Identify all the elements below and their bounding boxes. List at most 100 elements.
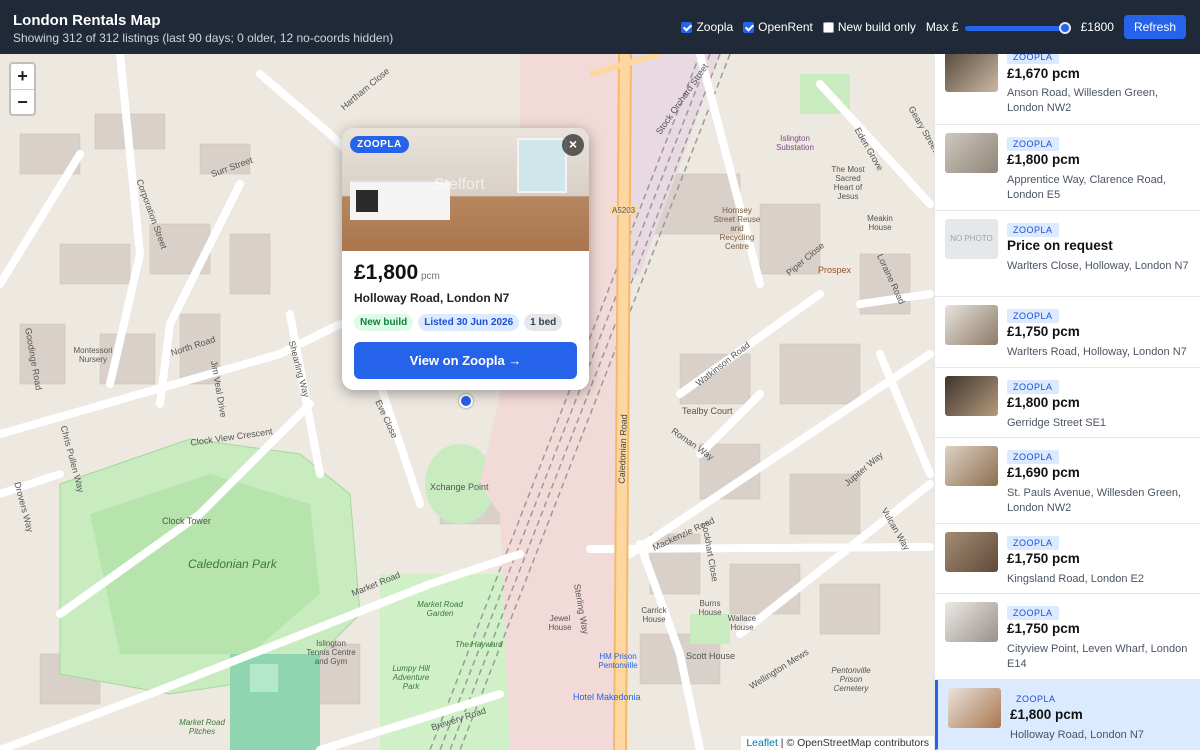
listing-thumbnail [948, 688, 1001, 728]
refresh-button[interactable]: Refresh [1123, 15, 1186, 39]
close-icon[interactable]: × [562, 134, 584, 156]
checkbox-checked-icon[interactable] [681, 21, 693, 33]
source-badge: ZOOPLA [350, 136, 409, 153]
listed-date-chip: Listed 30 Jun 2026 [418, 314, 520, 331]
map-label: Clock Tower [162, 516, 211, 526]
listing-price: £1,800 pcm [1010, 707, 1083, 722]
listing-item-selected[interactable]: ZOOPLA £1,800 pcm Holloway Road, London … [935, 680, 1200, 750]
window-graphic [517, 138, 567, 193]
listing-price: £1,690 pcm [1007, 465, 1080, 480]
max-price-value: £1800 [1080, 20, 1114, 34]
listing-item[interactable]: ZOOPLA £1,690 pcm St. Pauls Avenue, Will… [935, 438, 1200, 524]
source-badge: ZOOPLA [1007, 536, 1059, 550]
new-build-filter-checkbox[interactable]: New build only [822, 20, 916, 34]
listing-thumbnail [945, 305, 998, 345]
new-build-filter-label: New build only [837, 20, 916, 34]
listing-thumbnail [945, 446, 998, 486]
popup-chips: New build Listed 30 Jun 2026 1 bed [354, 314, 563, 331]
zoom-control: + − [9, 62, 36, 116]
listing-address: Gerridge Street SE1 [1007, 417, 1107, 429]
listing-price: £1,750 pcm [1007, 621, 1080, 636]
listing-summary: Showing 312 of 312 listings (last 90 day… [13, 31, 394, 45]
slider-thumb[interactable] [1058, 22, 1071, 34]
map-label: Wallace House [727, 614, 757, 632]
map-label: Hornsey Street Reuse and Recycling Centr… [713, 206, 761, 251]
map-label: Market Road Pitches [179, 718, 225, 736]
listing-address: Holloway Road, London N7 [1010, 729, 1144, 741]
map-label: Islington Tennis Centre and Gym [306, 639, 356, 666]
listing-price: £1,750 pcm [1007, 551, 1080, 566]
listing-thumbnail [945, 602, 998, 642]
listing-address: Apprentice Way, Clarence Road, London E5 [1007, 174, 1166, 201]
map-label: Caledonian Park [188, 557, 277, 571]
map-label: Tealby Court [682, 406, 733, 416]
listing-address: Anson Road, Willesden Green, London NW2 [1007, 87, 1159, 114]
listing-price: £1,750 pcm [1007, 324, 1080, 339]
openrent-filter-label: OpenRent [758, 20, 813, 34]
listing-price: £1,800 pcm [1007, 152, 1080, 167]
top-bar: London Rentals Map Showing 312 of 312 li… [0, 0, 1200, 54]
source-badge: ZOOPLA [1007, 309, 1059, 323]
popup-address: Holloway Road, London N7 [354, 291, 510, 305]
source-badge: ZOOPLA [1007, 54, 1059, 64]
bedrooms-chip: 1 bed [524, 314, 563, 331]
listing-price: £1,670 pcm [1007, 66, 1080, 81]
source-badge: ZOOPLA [1010, 692, 1062, 706]
listing-item[interactable]: ZOOPLA £1,670 pcm Anson Road, Willesden … [935, 54, 1200, 125]
max-price-slider[interactable] [964, 16, 1071, 38]
zoopla-filter-checkbox[interactable]: Zoopla [681, 20, 733, 34]
listing-item[interactable]: ZOOPLA £1,750 pcm Kingsland Road, London… [935, 524, 1200, 594]
openrent-filter-checkbox[interactable]: OpenRent [743, 20, 813, 34]
max-price-label: Max £ [925, 20, 959, 34]
popup-price-unit: pcm [421, 271, 440, 282]
listings-sidebar[interactable]: ZOOPLA £1,670 pcm Anson Road, Willesden … [934, 54, 1200, 750]
zoom-in-button[interactable]: + [11, 64, 34, 89]
listing-item[interactable]: NO PHOTO ZOOPLA Price on request Warlter… [935, 211, 1200, 297]
listing-address: Warlters Road, Holloway, London N7 [1007, 346, 1187, 358]
checkbox-checked-icon[interactable] [743, 21, 755, 33]
map-label: Prospex [818, 265, 852, 275]
map-label: Xchange Point [430, 482, 489, 492]
new-build-chip: New build [354, 314, 414, 331]
listing-item[interactable]: ZOOPLA £1,750 pcm Cityview Point, Leven … [935, 594, 1200, 680]
map-label: Montessori Nursery [73, 346, 113, 364]
source-badge: ZOOPLA [1007, 450, 1059, 464]
listing-price: £1,800 pcm [1007, 395, 1080, 410]
zoom-out-button[interactable]: − [11, 89, 34, 114]
osm-attribution: | © OpenStreetMap contributors [780, 737, 929, 749]
source-badge: ZOOPLA [1007, 380, 1059, 394]
map-label: Carrick House [641, 606, 667, 624]
source-badge: ZOOPLA [1007, 137, 1059, 151]
view-on-zoopla-button[interactable]: View on Zoopla → [354, 342, 577, 379]
listing-address: Cityview Point, Leven Wharf, London E14 [1007, 643, 1188, 670]
source-badge: ZOOPLA [1007, 606, 1059, 620]
listing-item[interactable]: ZOOPLA £1,750 pcm Warlters Road, Hollowa… [935, 297, 1200, 368]
listing-item[interactable]: ZOOPLA £1,800 pcm Gerridge Street SE1 [935, 368, 1200, 438]
listing-price: Price on request [1007, 238, 1113, 253]
listing-address: St. Pauls Avenue, Willesden Green, Londo… [1007, 487, 1182, 514]
listing-address: Kingsland Road, London E2 [1007, 573, 1144, 585]
listing-map-marker[interactable] [459, 394, 473, 408]
listing-thumbnail [945, 133, 998, 173]
listing-item[interactable]: ZOOPLA £1,800 pcm Apprentice Way, Claren… [935, 125, 1200, 211]
listing-address: Warlters Close, Holloway, London N7 [1007, 260, 1189, 272]
map-label: Islington Substation [776, 134, 814, 152]
listing-thumbnail [945, 532, 998, 572]
checkbox-unchecked-icon[interactable] [822, 21, 834, 33]
map-label: Jewel House [548, 614, 572, 632]
map-label: HM Prison Pentonville [598, 652, 638, 670]
map-label: Hotel Makedonia [573, 692, 641, 702]
leaflet-link[interactable]: Leaflet [746, 737, 778, 749]
filter-controls: Zoopla OpenRent New build only Max £ £18… [681, 15, 1186, 39]
map-label: A5203 [610, 206, 638, 215]
listing-thumbnail [945, 376, 998, 416]
map-label: The Hayward [455, 640, 503, 649]
zoopla-filter-label: Zoopla [696, 20, 734, 34]
popup-price: £1,800 [354, 261, 419, 284]
map-label: Meakin House [867, 214, 893, 232]
map-attribution: Leaflet | © OpenStreetMap contributors [741, 736, 934, 750]
slider-track[interactable] [964, 26, 1071, 31]
no-photo-placeholder: NO PHOTO [945, 219, 998, 259]
map-label: Scott House [686, 651, 736, 661]
map-label: Pentonville Prison Cemetery [831, 666, 871, 693]
